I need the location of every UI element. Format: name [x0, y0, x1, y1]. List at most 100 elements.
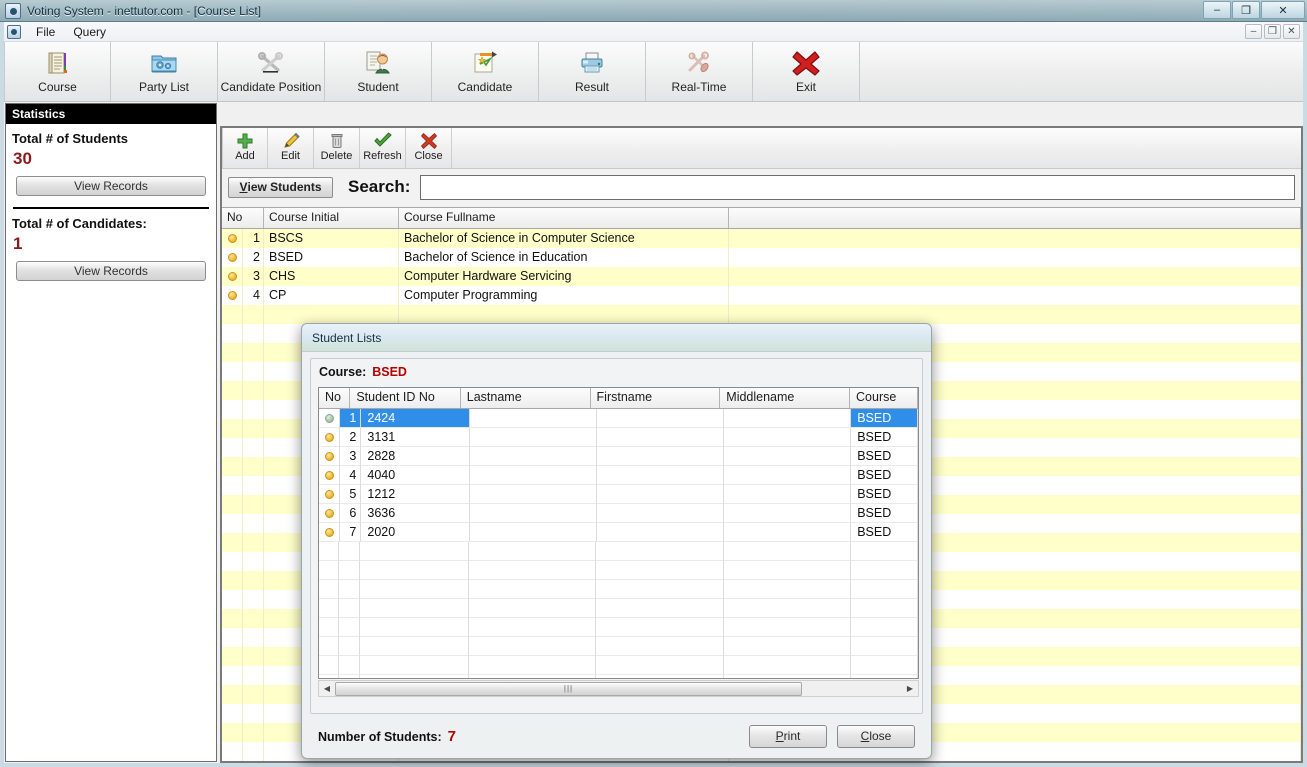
view-students-button[interactable]: View Students: [228, 177, 333, 198]
table-row[interactable]: 4 CP Computer Programming: [222, 286, 1301, 305]
toolbar-button-real-time[interactable]: Real-Time: [646, 42, 753, 101]
empty-cell: [243, 628, 264, 647]
cell-lastname: [470, 485, 597, 504]
empty-cell: [243, 419, 264, 438]
row-indicator: [319, 409, 340, 428]
cell-middlename: [724, 523, 851, 542]
empty-cell: [222, 362, 243, 381]
panel-divider: [13, 207, 209, 209]
empty-table-row[interactable]: [319, 656, 918, 675]
dialog-close-button[interactable]: Close: [837, 725, 915, 748]
search-label: Search:: [348, 177, 410, 197]
red-x-icon: [420, 131, 438, 150]
empty-cell: [724, 561, 852, 580]
column-header-course-initial[interactable]: Course Initial: [264, 208, 399, 228]
empty-table-row[interactable]: [222, 305, 1301, 324]
menu-item-query[interactable]: Query: [64, 23, 115, 41]
scroll-right-arrow-icon[interactable]: ▶: [902, 681, 918, 696]
cell-student-id: 3131: [361, 428, 469, 447]
student-grid-hscrollbar[interactable]: ◀ ||| ▶: [318, 680, 919, 697]
total-candidates-value: 1: [13, 234, 216, 254]
empty-cell: [851, 599, 918, 618]
student-grid[interactable]: No Student ID No Lastname Firstname Midd…: [318, 387, 919, 679]
delete-button[interactable]: Delete: [314, 128, 360, 168]
toolbar-button-party-list[interactable]: Party List: [111, 42, 218, 101]
row-indicator: [319, 428, 340, 447]
tools-icon: [257, 48, 285, 78]
statistics-header: Statistics: [6, 104, 216, 124]
column-header-middlename[interactable]: Middlename: [720, 388, 850, 408]
dialog-group-box: Course:BSED No Student ID No Lastname Fi…: [310, 358, 923, 714]
toolbar-button-student[interactable]: Student: [325, 42, 432, 101]
empty-cell: [319, 675, 339, 679]
table-row[interactable]: 3 CHS Computer Hardware Servicing: [222, 267, 1301, 286]
table-row[interactable]: 12424BSED: [319, 409, 918, 428]
cell-lastname: [470, 428, 597, 447]
row-indicator: [319, 504, 340, 523]
column-header-blank[interactable]: [729, 208, 1301, 228]
column-header-student-id[interactable]: Student ID No: [350, 388, 460, 408]
print-button[interactable]: Print: [749, 725, 827, 748]
view-student-records-button[interactable]: View Records: [16, 176, 206, 196]
add-button[interactable]: Add: [222, 128, 268, 168]
refresh-button[interactable]: Refresh: [360, 128, 406, 168]
toolbar-button-result[interactable]: Result: [539, 42, 646, 101]
mdi-minimize-button[interactable]: –: [1245, 24, 1262, 39]
table-row[interactable]: 44040BSED: [319, 466, 918, 485]
column-header-course-fullname[interactable]: Course Fullname: [399, 208, 729, 228]
pencil-icon: [282, 131, 300, 150]
column-header-no[interactable]: No: [222, 208, 264, 228]
menu-bar: File Query – ❐ ✕: [4, 22, 1303, 42]
dialog-course-line: Course:BSED: [319, 365, 914, 379]
view-candidate-records-button[interactable]: View Records: [16, 261, 206, 281]
edit-button[interactable]: Edit: [268, 128, 314, 168]
scroll-left-arrow-icon[interactable]: ◀: [319, 681, 335, 696]
empty-cell: [399, 305, 729, 324]
total-students-value: 30: [13, 149, 216, 169]
empty-table-row[interactable]: [319, 675, 918, 679]
minimize-button[interactable]: –: [1203, 1, 1231, 19]
empty-table-row[interactable]: [319, 561, 918, 580]
mdi-close-button[interactable]: ✕: [1283, 24, 1300, 39]
table-row[interactable]: 72020BSED: [319, 523, 918, 542]
table-row[interactable]: 63636BSED: [319, 504, 918, 523]
column-header-firstname[interactable]: Firstname: [591, 388, 721, 408]
close-grid-button[interactable]: Close: [406, 128, 452, 168]
search-input[interactable]: [420, 175, 1295, 200]
empty-table-row[interactable]: [319, 580, 918, 599]
menu-item-file[interactable]: File: [27, 23, 64, 41]
button-label: Refresh: [363, 150, 402, 162]
table-row[interactable]: 51212BSED: [319, 485, 918, 504]
empty-cell: [222, 305, 243, 324]
empty-cell: [222, 514, 243, 533]
empty-cell: [222, 552, 243, 571]
empty-cell: [243, 305, 264, 324]
empty-cell: [851, 561, 918, 580]
empty-table-row[interactable]: [319, 618, 918, 637]
column-header-no[interactable]: No: [319, 388, 350, 408]
empty-table-row[interactable]: [319, 542, 918, 561]
toolbar-label: Result: [575, 80, 609, 94]
column-header-lastname[interactable]: Lastname: [461, 388, 591, 408]
mdi-restore-button[interactable]: ❐: [1264, 24, 1281, 39]
empty-table-row[interactable]: [319, 637, 918, 656]
scrollbar-thumb[interactable]: |||: [335, 682, 802, 696]
table-row[interactable]: 1 BSCS Bachelor of Science in Computer S…: [222, 229, 1301, 248]
toolbar-button-candidate[interactable]: Candidate: [432, 42, 539, 101]
toolbar-label: Course: [38, 80, 77, 94]
maximize-button[interactable]: ❐: [1232, 1, 1260, 19]
column-header-course[interactable]: Course: [850, 388, 918, 408]
table-row[interactable]: 23131BSED: [319, 428, 918, 447]
toolbar-button-course[interactable]: Course: [4, 42, 111, 101]
dialog-course-value: BSED: [372, 365, 407, 379]
empty-cell: [222, 666, 243, 685]
toolbar-button-exit[interactable]: Exit: [753, 42, 860, 101]
table-row[interactable]: 2 BSED Bachelor of Science in Education: [222, 248, 1301, 267]
cell-course-fullname: Bachelor of Science in Computer Science: [399, 229, 729, 248]
empty-cell: [724, 618, 852, 637]
table-row[interactable]: 32828BSED: [319, 447, 918, 466]
empty-table-row[interactable]: [319, 599, 918, 618]
toolbar-button-candidate-position[interactable]: Candidate Position: [218, 42, 325, 101]
close-button[interactable]: ✕: [1261, 1, 1305, 19]
cell-firstname: [597, 447, 724, 466]
